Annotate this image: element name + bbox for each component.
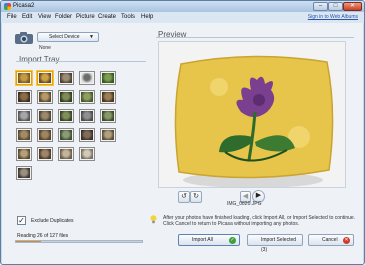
thumbnail-image [60, 111, 72, 121]
menu-picture[interactable]: Picture [76, 14, 95, 20]
menu-create[interactable]: Create [98, 14, 116, 20]
photo-thumbnail[interactable] [16, 109, 32, 123]
photo-thumbnail[interactable] [16, 71, 32, 85]
photo-thumbnail[interactable] [37, 128, 53, 142]
import-all-label: Import All [192, 237, 213, 243]
thumbnail-image [18, 130, 30, 140]
thumbnail-image [18, 111, 30, 121]
thumbnail-image [60, 92, 72, 102]
thumbnail-image [102, 130, 114, 140]
select-device-dropdown[interactable]: Select Device ▼ [37, 32, 99, 42]
thumbnail-image [81, 73, 93, 83]
import-selected-label: Import Selected (3) [261, 237, 297, 253]
import-hint-text: After your photos have finished loading,… [163, 215, 356, 227]
title-bar: Picasa2 – □ ✕ [1, 1, 364, 12]
exclude-duplicates-label: Exclude Duplicates [31, 218, 74, 224]
thumbnail-image [39, 111, 51, 121]
progress-status-text: Reading 26 of 127 files [17, 233, 69, 239]
photo-thumbnail[interactable] [58, 109, 74, 123]
checkmark-icon: ✓ [229, 237, 236, 244]
thumbnail-image [60, 73, 72, 83]
photo-thumbnail[interactable] [79, 71, 95, 85]
photo-thumbnail[interactable] [37, 109, 53, 123]
camera-icon [15, 32, 33, 44]
photo-thumbnail[interactable] [79, 90, 95, 104]
menu-folder[interactable]: Folder [55, 14, 72, 20]
select-device-label: Select Device [49, 34, 80, 40]
import-selected-button[interactable]: Import Selected (3) [247, 234, 303, 253]
thumbnail-image [102, 92, 114, 102]
preview-divider [156, 37, 354, 38]
thumbnail-image [102, 111, 114, 121]
menu-file[interactable]: File [7, 14, 17, 20]
thumbnail-image [60, 130, 72, 140]
photo-thumbnail[interactable] [79, 147, 95, 161]
thumbnail-image [102, 73, 114, 83]
photo-thumbnail[interactable] [79, 128, 95, 142]
thumbnail-image [18, 73, 30, 83]
import-tray-grid [16, 71, 134, 219]
photo-thumbnail[interactable] [58, 71, 74, 85]
thumbnail-image [81, 149, 93, 159]
tray-divider [16, 61, 146, 62]
thumbnail-image [81, 92, 93, 102]
photo-thumbnail[interactable] [37, 71, 53, 85]
picasa-import-window: Picasa2 – □ ✕ File Edit View Folder Pict… [0, 0, 365, 265]
cancel-button[interactable]: Cancel ✕ [308, 234, 354, 246]
thumbnail-image [81, 130, 93, 140]
thumbnail-image [18, 149, 30, 159]
thumbnail-image [39, 149, 51, 159]
menu-help[interactable]: Help [141, 14, 153, 20]
exclude-duplicates-checkbox[interactable]: ✓ [17, 216, 26, 225]
progress-bar [15, 240, 143, 243]
thumbnail-image [39, 92, 51, 102]
sign-in-web-albums-link[interactable]: Sign in to Web Albums [308, 14, 358, 20]
close-icon: ✕ [343, 237, 350, 244]
thumbnail-image [39, 73, 51, 83]
import-all-button[interactable]: Import All ✓ [178, 234, 240, 246]
cancel-label: Cancel [322, 237, 338, 243]
photo-thumbnail[interactable] [100, 128, 116, 142]
photo-thumbnail[interactable] [37, 90, 53, 104]
menu-edit[interactable]: Edit [22, 14, 32, 20]
thumbnail-image [18, 168, 30, 178]
photo-thumbnail[interactable] [100, 109, 116, 123]
minimize-button[interactable]: – [313, 2, 328, 11]
preview-image-frame [158, 41, 346, 188]
photo-thumbnail[interactable] [16, 128, 32, 142]
thumbnail-image [81, 111, 93, 121]
close-button[interactable]: ✕ [343, 2, 362, 11]
maximize-button[interactable]: □ [328, 2, 343, 11]
lightbulb-icon [150, 215, 157, 224]
photo-thumbnail[interactable] [37, 147, 53, 161]
menu-bar: File Edit View Folder Picture Create Too… [1, 12, 364, 23]
photo-thumbnail[interactable] [16, 166, 32, 180]
thumbnail-image [18, 92, 30, 102]
menu-tools[interactable]: Tools [121, 14, 135, 20]
photo-thumbnail[interactable] [58, 147, 74, 161]
import-panel: Select Device ▼ None Import Tray ✓ Exclu… [2, 23, 363, 264]
photo-thumbnail[interactable] [100, 90, 116, 104]
rotate-right-button[interactable]: ↻ [190, 191, 202, 203]
photo-thumbnail[interactable] [16, 90, 32, 104]
thumbnail-image [39, 130, 51, 140]
photo-thumbnail[interactable] [58, 90, 74, 104]
chevron-down-icon: ▼ [89, 34, 94, 40]
window-title: Picasa2 [13, 3, 35, 9]
preview-filename: IMG_0820.JPG [227, 201, 262, 207]
progress-bar-fill [16, 241, 42, 242]
picasa-app-icon [4, 3, 11, 10]
preview-image [159, 42, 345, 187]
import-tray-title: Import Tray [19, 55, 60, 64]
photo-thumbnail[interactable] [58, 128, 74, 142]
rotate-left-button[interactable]: ↺ [178, 191, 190, 203]
selected-device-value: None [39, 45, 51, 51]
photo-thumbnail[interactable] [79, 109, 95, 123]
photo-thumbnail[interactable] [16, 147, 32, 161]
photo-thumbnail[interactable] [100, 71, 116, 85]
thumbnail-image [60, 149, 72, 159]
menu-view[interactable]: View [38, 14, 51, 20]
